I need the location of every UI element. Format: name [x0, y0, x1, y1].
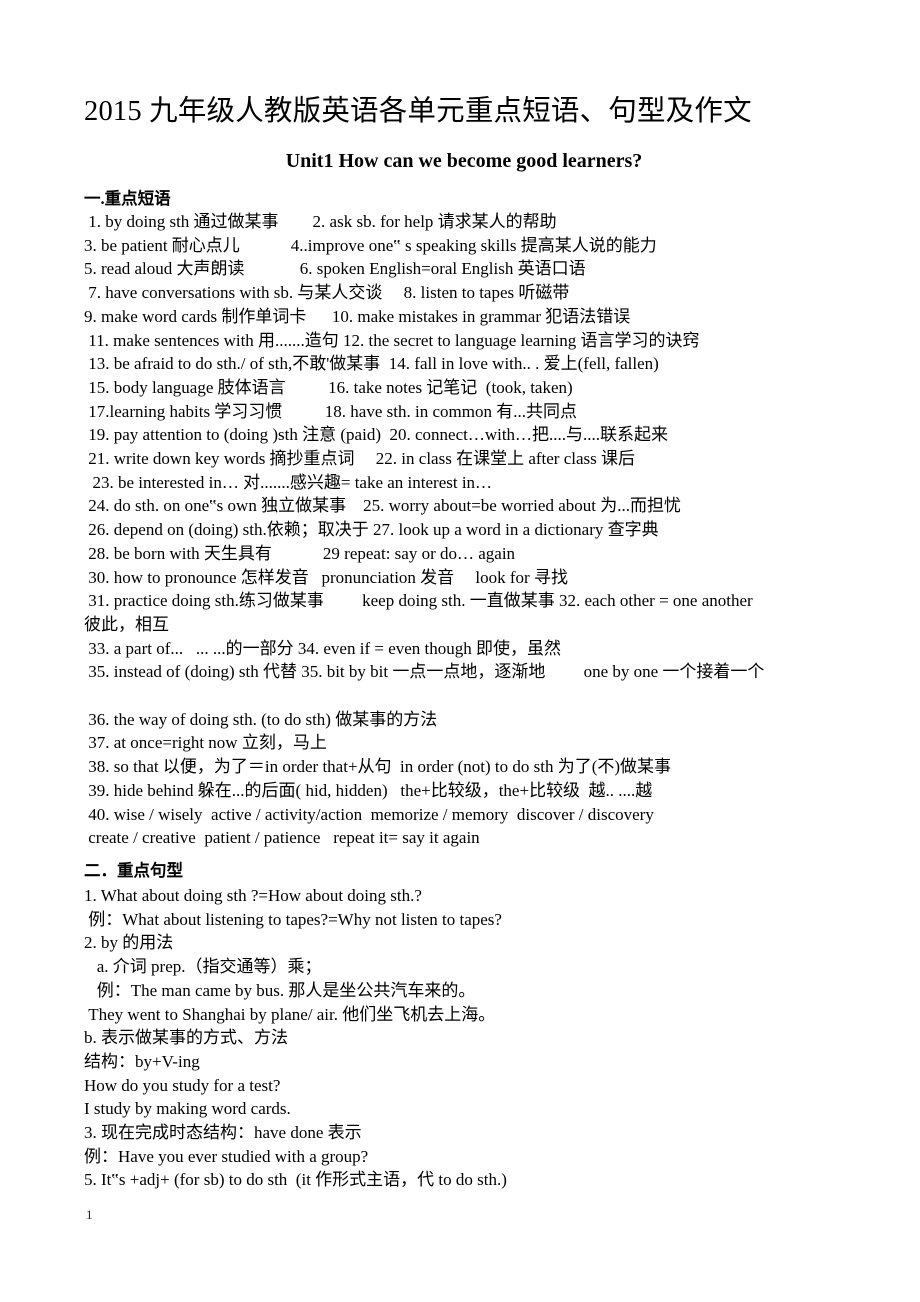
key-phrase-line: 7. have conversations with sb. 与某人交谈 8. … — [84, 283, 570, 303]
key-sentence-patterns-list: 1. What about doing sth ?=How about doin… — [84, 884, 860, 1192]
key-phrase-line: 13. be afraid to do sth./ of sth,不敢'做某事 … — [84, 354, 659, 374]
key-phrase-line: 11. make sentences with 用.......造句 12. t… — [84, 330, 700, 350]
key-phrase-line: 19. pay attention to (doing )sth 注意 (pai… — [84, 425, 669, 445]
sentence-pattern-line: They went to Shanghai by plane/ air. 他们坐… — [84, 1004, 496, 1024]
key-phrase-line: create / creative patient / patience rep… — [84, 828, 480, 848]
key-phrase-line: 24. do sth. on one‟s own 独立做某事 25. worry… — [84, 496, 681, 516]
key-phrase-line: 35. instead of (doing) sth 代替 35. bit by… — [84, 662, 765, 682]
key-phrase-line: 28. be born with 天生具有 29 repeat: say or … — [84, 543, 516, 563]
key-phrase-line: 30. how to pronounce 怎样发音 pronunciation … — [84, 567, 568, 587]
key-phrase-line: 38. so that 以便，为了＝in order that+从句 in or… — [84, 757, 672, 777]
key-phrase-line: 23. be interested in… 对.......感兴趣= take … — [84, 472, 493, 492]
key-phrase-line: 37. at once=right now 立刻，马上 — [84, 733, 327, 753]
sentence-pattern-line: How do you study for a test? — [84, 1075, 281, 1095]
section-heading-key-phrases: 一.重点短语 — [84, 189, 171, 208]
key-phrase-line: 彼此，相互 — [84, 614, 169, 634]
document-page: 2015 九年级人教版英语各单元重点短语、句型及作文 Unit1 How can… — [0, 0, 920, 1302]
sentence-pattern-line: 例：The man came by bus. 那人是坐公共汽车来的。 — [84, 980, 476, 1000]
key-phrase-line: 21. write down key words 摘抄重点词 22. in cl… — [84, 449, 636, 469]
key-phrase-line: 40. wise / wisely active / activity/acti… — [84, 804, 654, 824]
key-phrase-line: 3. be patient 耐心点儿 4..improve one‟ s spe… — [84, 235, 657, 255]
unit-heading: Unit1 How can we become good learners? — [285, 150, 643, 172]
key-phrases-list: 1. by doing sth 通过做某事 2. ask sb. for hel… — [84, 210, 860, 850]
sentence-pattern-line: b. 表示做某事的方式、方法 — [84, 1028, 288, 1048]
sentence-pattern-line: 例：What about listening to tapes?=Why not… — [84, 909, 502, 929]
key-phrase-line: 36. the way of doing sth. (to do sth) 做某… — [84, 709, 438, 729]
key-phrase-line: 1. by doing sth 通过做某事 2. ask sb. for hel… — [84, 212, 557, 231]
sentence-pattern-line: 例：Have you ever studied with a group? — [84, 1146, 369, 1166]
key-phrase-line: 39. hide behind 躲在...的后面( hid, hidden) t… — [84, 780, 653, 800]
sentence-pattern-line: 2. by 的用法 — [84, 933, 174, 953]
key-phrase-line: 31. practice doing sth.练习做某事 keep doing … — [84, 591, 753, 611]
sentence-pattern-line: I study by making word cards. — [84, 1099, 291, 1119]
key-phrase-line: 33. a part of... ... ...的一部分 34. even if… — [84, 638, 562, 658]
key-phrase-line — [84, 684, 860, 708]
section-heading-key-sentence-patterns: 二．重点句型 — [84, 861, 183, 880]
page-number: 1 — [86, 1207, 93, 1222]
key-phrase-line: 9. make word cards 制作单词卡 10. make mistak… — [84, 306, 631, 326]
sentence-pattern-line: 1. What about doing sth ?=How about doin… — [84, 886, 422, 905]
key-phrase-line: 15. body language 肢体语言 16. take notes 记笔… — [84, 377, 573, 397]
page-title: 2015 九年级人教版英语各单元重点短语、句型及作文 — [84, 96, 752, 127]
sentence-pattern-line: 结构：by+V-ing — [84, 1051, 200, 1071]
sentence-pattern-line: a. 介词 prep.（指交通等）乘； — [84, 957, 322, 977]
sentence-pattern-line: 5. It‟s +adj+ (for sb) to do sth (it 作形式… — [84, 1170, 507, 1190]
key-phrase-line: 5. read aloud 大声朗读 6. spoken English=ora… — [84, 259, 586, 279]
key-phrase-line: 26. depend on (doing) sth.依赖；取决于 27. loo… — [84, 520, 659, 540]
key-phrase-line: 17.learning habits 学习习惯 18. have sth. in… — [84, 401, 577, 421]
sentence-pattern-line: 3. 现在完成时态结构：have done 表示 — [84, 1123, 362, 1143]
